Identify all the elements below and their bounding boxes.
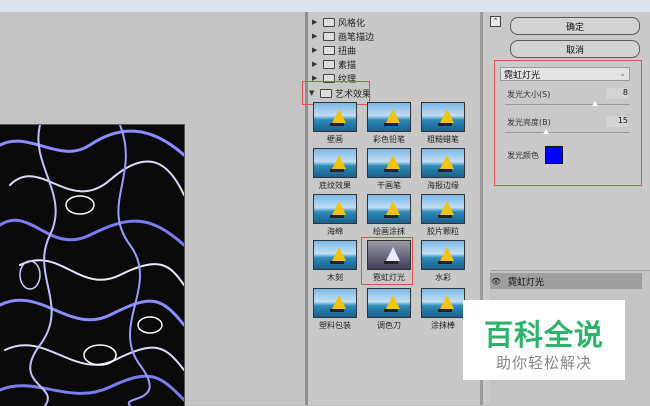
filter-label: 海报边缘 xyxy=(427,181,459,190)
filter-label: 胶片颗粒 xyxy=(427,227,459,236)
highlight-box-params xyxy=(494,60,642,186)
expand-arrow-icon: ▶ xyxy=(312,46,318,54)
expand-arrow-icon: ▶ xyxy=(312,18,318,26)
top-strip xyxy=(0,0,650,12)
expand-arrow-icon: ▶ xyxy=(312,32,318,40)
folder-icon xyxy=(323,59,335,69)
filter-preview-image xyxy=(367,194,411,224)
filter-preview-image xyxy=(421,148,465,178)
category-stylize[interactable]: ▶ 风格化 xyxy=(312,15,365,29)
category-label: 风格化 xyxy=(338,18,366,29)
folder-icon xyxy=(323,31,335,41)
filter-preview-image xyxy=(421,288,465,318)
filter-label: 彩色铅笔 xyxy=(373,135,405,144)
filter-label: 调色刀 xyxy=(377,321,401,330)
category-distort[interactable]: ▶ 扭曲 xyxy=(312,43,356,57)
filter-thumb-poster-edges[interactable]: 海报边缘 xyxy=(421,148,465,190)
expand-arrow-icon: ▶ xyxy=(312,60,318,68)
collapse-gallery-icon[interactable]: ⌃ xyxy=(490,16,501,27)
filter-preview-image xyxy=(313,288,357,318)
folder-icon xyxy=(323,45,335,55)
filter-preview-image xyxy=(313,194,357,224)
effect-layer-name: 霓虹灯光 xyxy=(508,277,545,288)
neon-glow-preview-image[interactable] xyxy=(0,124,185,406)
filter-preview-image xyxy=(421,102,465,132)
category-sketch[interactable]: ▶ 素描 xyxy=(312,57,356,71)
filter-preview-image xyxy=(313,102,357,132)
highlight-box-selected-filter xyxy=(361,237,413,285)
filter-thumb-colored-pencil[interactable]: 彩色铅笔 xyxy=(367,102,411,144)
filter-label: 粗糙蜡笔 xyxy=(427,135,459,144)
filter-preview-image xyxy=(367,148,411,178)
filter-thumb-rough-pastels[interactable]: 粗糙蜡笔 xyxy=(421,102,465,144)
category-label: 画笔描边 xyxy=(338,32,375,43)
filter-thumb-watercolor[interactable]: 水彩 xyxy=(421,240,465,282)
filter-thumb-smudge-stick[interactable]: 涂抹棒 xyxy=(421,288,465,330)
filter-thumb-sponge[interactable]: 海绵 xyxy=(313,194,357,236)
filter-preview-image xyxy=(367,102,411,132)
ok-button[interactable]: 确定 xyxy=(510,17,640,35)
filter-label: 绘画涂抹 xyxy=(373,227,405,236)
eye-icon[interactable]: 👁 xyxy=(490,277,502,286)
category-brush-strokes[interactable]: ▶ 画笔描边 xyxy=(312,29,374,43)
category-label: 扭曲 xyxy=(338,46,357,57)
filter-label: 水彩 xyxy=(435,273,451,282)
filter-preview-image xyxy=(421,240,465,270)
folder-icon xyxy=(323,17,335,27)
filter-label: 塑料包装 xyxy=(319,321,351,330)
filter-thumb-film-grain[interactable]: 胶片颗粒 xyxy=(421,194,465,236)
watermark-subtitle: 助你轻松解决 xyxy=(495,354,592,372)
effect-layer-row[interactable]: 👁 霓虹灯光 xyxy=(490,273,642,289)
filter-label: 木刻 xyxy=(327,273,343,282)
filter-label: 海绵 xyxy=(327,227,343,236)
filter-preview-image xyxy=(367,288,411,318)
filter-preview-image xyxy=(313,240,357,270)
watermark-title: 百科全说 xyxy=(483,318,604,352)
filter-thumb-paint-daubs[interactable]: 绘画涂抹 xyxy=(367,194,411,236)
watermark: 百科全说 助你轻松解决 xyxy=(463,300,625,380)
filter-label: 涂抹棒 xyxy=(431,321,455,330)
filter-preview-image xyxy=(421,194,465,224)
filter-label: 壁画 xyxy=(327,135,343,144)
filter-thumb-palette-knife[interactable]: 调色刀 xyxy=(367,288,411,330)
filter-thumb-dry-brush[interactable]: 干画笔 xyxy=(367,148,411,190)
filter-thumb-cutout[interactable]: 木刻 xyxy=(313,240,357,282)
filter-thumb-fresco[interactable]: 壁画 xyxy=(313,102,357,144)
filter-thumb-plastic-wrap[interactable]: 塑料包装 xyxy=(313,288,357,330)
cancel-button[interactable]: 取消 xyxy=(510,40,640,58)
preview-texture xyxy=(0,125,184,406)
filter-label: 底纹效果 xyxy=(319,181,351,190)
filter-preview-image xyxy=(313,148,357,178)
filter-label: 干画笔 xyxy=(377,181,401,190)
category-label: 素描 xyxy=(338,60,357,71)
filter-thumb-underpainting[interactable]: 底纹效果 xyxy=(313,148,357,190)
